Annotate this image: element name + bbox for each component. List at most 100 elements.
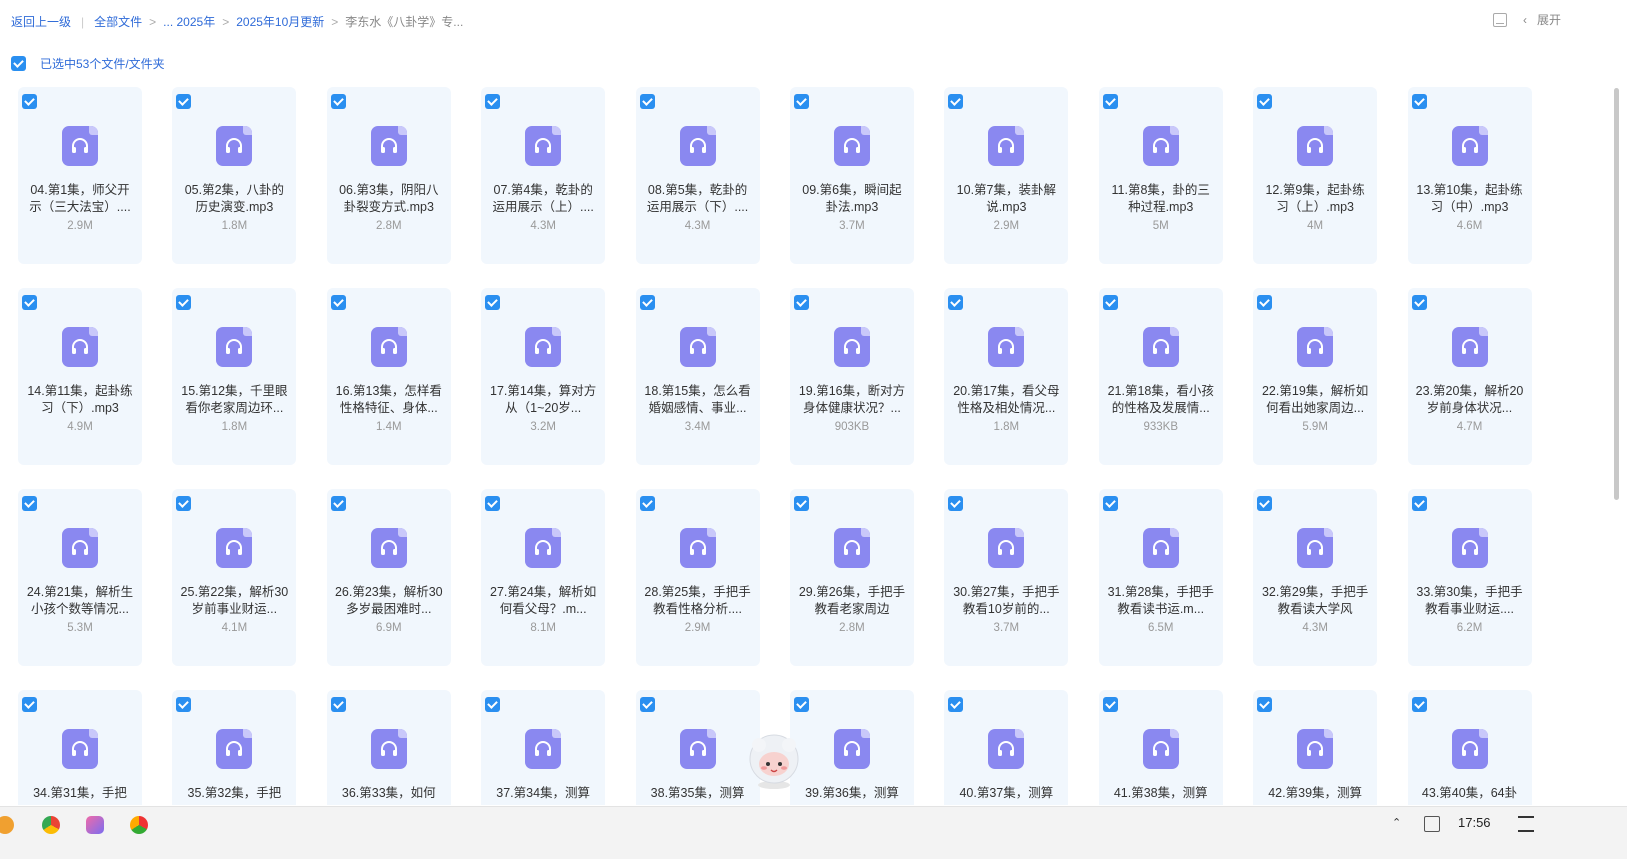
file-card[interactable]: 39.第36集，测算	[789, 690, 914, 805]
file-card[interactable]: 04.第1集，师父开示（三大法宝）.... 2.9M	[18, 87, 142, 264]
file-card[interactable]: 06.第3集，阴阳八卦裂变方式.mp3 2.8M	[326, 87, 451, 264]
file-card[interactable]: 11.第8集，卦的三种过程.mp3 5M	[1098, 87, 1223, 264]
file-card[interactable]: 13.第10集，起卦练习（中）.mp3 4.6M	[1407, 87, 1532, 264]
audio-file-icon	[988, 327, 1025, 367]
file-card[interactable]: 17.第14集，算对方从（1~20岁... 3.2M	[481, 288, 606, 465]
file-checkbox[interactable]	[948, 94, 964, 109]
file-checkbox[interactable]	[485, 697, 501, 712]
file-checkbox[interactable]	[1411, 295, 1427, 310]
assistant-mascot-icon[interactable]	[744, 733, 804, 791]
file-card[interactable]: 10.第7集，装卦解说.mp3 2.9M	[944, 87, 1069, 264]
file-checkbox[interactable]	[1257, 295, 1273, 310]
notification-icon[interactable]	[1518, 816, 1534, 832]
file-card[interactable]: 14.第11集，起卦练习（下）.mp3 4.9M	[18, 288, 142, 465]
breadcrumb-root[interactable]: 全部文件	[94, 13, 142, 30]
file-checkbox[interactable]	[176, 697, 192, 712]
file-checkbox[interactable]	[485, 295, 501, 310]
file-card[interactable]: 24.第21集，解析生小孩个数等情况... 5.3M	[18, 489, 142, 666]
audio-file-icon	[1451, 528, 1488, 568]
file-checkbox[interactable]	[176, 94, 192, 109]
taskbar-app-icon[interactable]	[130, 816, 148, 834]
file-checkbox[interactable]	[485, 94, 501, 109]
file-checkbox[interactable]	[1411, 496, 1427, 511]
file-card[interactable]: 33.第30集，手把手教看事业财运.... 6.2M	[1407, 489, 1532, 666]
file-card[interactable]: 26.第23集，解析30多岁最困难时... 6.9M	[326, 489, 451, 666]
clipboard-icon[interactable]	[1424, 816, 1440, 832]
file-checkbox[interactable]	[176, 496, 192, 511]
file-checkbox[interactable]	[1257, 496, 1273, 511]
file-checkbox[interactable]	[22, 295, 37, 310]
file-card[interactable]: 25.第22集，解析30岁前事业财运... 4.1M	[172, 489, 297, 666]
file-card[interactable]: 07.第4集，乾卦的运用展示（上）.... 4.3M	[481, 87, 606, 264]
file-checkbox[interactable]	[330, 496, 346, 511]
file-card[interactable]: 38.第35集，测算	[635, 690, 760, 805]
scrollbar[interactable]	[1614, 88, 1619, 500]
file-card[interactable]: 05.第2集，八卦的历史演变.mp3 1.8M	[172, 87, 297, 264]
file-checkbox[interactable]	[330, 697, 346, 712]
file-checkbox[interactable]	[176, 295, 192, 310]
file-checkbox[interactable]	[793, 94, 809, 109]
file-card[interactable]: 34.第31集，手把	[18, 690, 142, 805]
file-card[interactable]: 31.第28集，手把手教看读书运.m... 6.5M	[1098, 489, 1223, 666]
file-checkbox[interactable]	[948, 697, 964, 712]
file-card[interactable]: 23.第20集，解析20岁前身体状况... 4.7M	[1407, 288, 1532, 465]
breadcrumb-folder[interactable]: 2025年10月更新	[236, 13, 324, 30]
file-card[interactable]: 41.第38集，测算	[1098, 690, 1223, 805]
file-checkbox[interactable]	[22, 94, 37, 109]
taskbar-app-icon[interactable]	[0, 816, 14, 834]
file-checkbox[interactable]	[639, 295, 655, 310]
file-card[interactable]: 22.第19集，解析如何看出她家周边... 5.9M	[1253, 288, 1378, 465]
file-checkbox[interactable]	[22, 496, 37, 511]
file-checkbox[interactable]	[639, 697, 655, 712]
file-checkbox[interactable]	[793, 496, 809, 511]
file-checkbox[interactable]	[948, 496, 964, 511]
file-card[interactable]: 36.第33集，如何	[326, 690, 451, 805]
expand-button[interactable]: 展开	[1537, 11, 1561, 28]
file-checkbox[interactable]	[639, 496, 655, 511]
file-checkbox[interactable]	[1411, 94, 1427, 109]
chrome-icon[interactable]	[42, 816, 60, 834]
file-checkbox[interactable]	[1102, 697, 1118, 712]
file-card[interactable]: 15.第12集，千里眼看你老家周边环... 1.8M	[172, 288, 297, 465]
file-card[interactable]: 42.第39集，测算	[1253, 690, 1378, 805]
file-card[interactable]: 09.第6集，瞬间起卦法.mp3 3.7M	[789, 87, 914, 264]
file-card[interactable]: 18.第15集，怎么看婚姻感情、事业... 3.4M	[635, 288, 760, 465]
file-card[interactable]: 19.第16集，断对方身体健康状况？... 903KB	[789, 288, 914, 465]
file-card[interactable]: 27.第24集，解析如何看父母？.m... 8.1M	[481, 489, 606, 666]
file-checkbox[interactable]	[639, 94, 655, 109]
file-card[interactable]: 37.第34集，测算	[481, 690, 606, 805]
file-card[interactable]: 40.第37集，测算	[944, 690, 1069, 805]
file-card[interactable]: 32.第29集，手把手教看读大学风 4.3M	[1253, 489, 1378, 666]
file-checkbox[interactable]	[1102, 94, 1118, 109]
file-checkbox[interactable]	[1411, 697, 1427, 712]
file-card[interactable]: 20.第17集，看父母性格及相处情况... 1.8M	[944, 288, 1069, 465]
file-checkbox[interactable]	[793, 295, 809, 310]
file-card[interactable]: 12.第9集，起卦练习（上）.mp3 4M	[1253, 87, 1378, 264]
back-link[interactable]: 返回上一级	[11, 13, 71, 30]
file-card[interactable]: 16.第13集，怎样看性格特征、身体... 1.4M	[326, 288, 451, 465]
view-toggle-icon[interactable]	[1492, 12, 1507, 27]
chevron-up-icon[interactable]: ⌃	[1392, 816, 1401, 829]
file-checkbox[interactable]	[1102, 496, 1118, 511]
file-checkbox[interactable]	[948, 295, 964, 310]
file-checkbox[interactable]	[330, 94, 346, 109]
breadcrumb-2025[interactable]: ... 2025年	[163, 13, 215, 30]
file-card[interactable]: 08.第5集，乾卦的运用展示（下）.... 4.3M	[635, 87, 760, 264]
file-card[interactable]: 28.第25集，手把手教看性格分析.... 2.9M	[635, 489, 760, 666]
file-checkbox[interactable]	[1257, 94, 1273, 109]
file-checkbox[interactable]	[330, 295, 346, 310]
select-all-checkbox[interactable]	[11, 56, 26, 71]
file-checkbox[interactable]	[1257, 697, 1273, 712]
file-card[interactable]: 21.第18集，看小孩的性格及发展情... 933KB	[1098, 288, 1223, 465]
taskbar-app-icon[interactable]	[86, 816, 104, 834]
audio-file-icon	[525, 528, 562, 568]
file-card[interactable]: 35.第32集，手把	[172, 690, 297, 805]
file-checkbox[interactable]	[22, 697, 37, 712]
file-checkbox[interactable]	[485, 496, 501, 511]
file-card[interactable]: 43.第40集，64卦	[1407, 690, 1532, 805]
chevron-left-icon[interactable]: ‹	[1523, 13, 1527, 27]
file-card[interactable]: 29.第26集，手把手教看老家周边 2.8M	[789, 489, 914, 666]
file-card[interactable]: 30.第27集，手把手教看10岁前的... 3.7M	[944, 489, 1069, 666]
file-checkbox[interactable]	[793, 697, 809, 712]
file-checkbox[interactable]	[1102, 295, 1118, 310]
